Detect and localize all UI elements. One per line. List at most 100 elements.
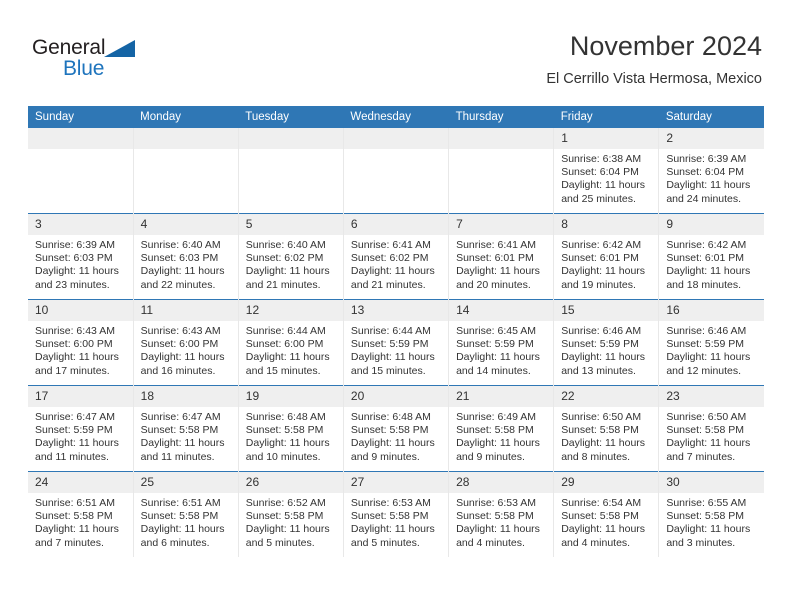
calendar-day-cell[interactable]: 2 Sunrise: 6:39 AM Sunset: 6:04 PM Daylight…	[658, 128, 764, 214]
daylight-text: Daylight: 11 hours and 4 minutes.	[561, 523, 646, 549]
calendar-day-cell[interactable]: 25 Sunrise: 6:51 AM Sunset: 5:58 PM Dayligh…	[133, 471, 239, 557]
day-number: 5	[238, 214, 343, 235]
calendar-day-cell[interactable]: 30 Sunrise: 6:55 AM Sunset: 5:58 PM Dayligh…	[658, 471, 764, 557]
calendar-day-cell[interactable]: 28 Sunrise: 6:53 AM Sunset: 5:58 PM Dayligh…	[448, 471, 555, 557]
calendar-week-row: 3 Sunrise: 6:39 AM Sunset: 6:03 PM Daylight…	[28, 213, 764, 300]
daylight-text: Daylight: 11 hours and 19 minutes.	[561, 265, 646, 291]
day-details: Sunrise: 6:52 AM Sunset: 5:58 PM Daylight:…	[239, 493, 343, 550]
sunrise-text: Sunrise: 6:48 AM	[245, 411, 326, 423]
calendar-day-cell[interactable]: 19 Sunrise: 6:48 AM Sunset: 5:58 PM Dayligh…	[238, 385, 344, 472]
calendar-day-cell[interactable]: 4 Sunrise: 6:40 AM Sunset: 6:03 PM Daylight…	[133, 213, 239, 300]
sunset-text: Sunset: 6:04 PM	[666, 166, 744, 179]
sunrise-text: Sunrise: 6:49 AM	[456, 411, 537, 423]
calendar-day-cell[interactable]: 13 Sunrise: 6:44 AM Sunset: 5:59 PM Dayligh…	[343, 299, 450, 386]
day-number: 15	[554, 300, 659, 321]
calendar-day-cell[interactable]: 16 Sunrise: 6:46 AM Sunset: 5:59 PM Dayligh…	[658, 299, 764, 386]
day-details: Sunrise: 6:43 AM Sunset: 6:00 PM Daylight:…	[28, 321, 133, 378]
day-details: Sunrise: 6:47 AM Sunset: 5:59 PM Daylight:…	[28, 407, 133, 464]
day-details: Sunrise: 6:44 AM Sunset: 6:00 PM Daylight:…	[239, 321, 343, 378]
sunrise-text: Sunrise: 6:44 AM	[245, 325, 326, 337]
day-number: 7	[449, 214, 554, 235]
calendar-cell-empty	[448, 128, 555, 214]
calendar-day-cell[interactable]: 15 Sunrise: 6:46 AM Sunset: 5:59 PM Dayligh…	[553, 299, 660, 386]
calendar-day-cell[interactable]: 22 Sunrise: 6:50 AM Sunset: 5:58 PM Dayligh…	[553, 385, 660, 472]
sunset-text: Sunset: 5:58 PM	[561, 424, 639, 437]
calendar-day-cell[interactable]: 1 Sunrise: 6:38 AM Sunset: 6:04 PM Daylight…	[553, 128, 660, 214]
day-number: 28	[449, 472, 554, 493]
calendar-day-cell[interactable]: 23 Sunrise: 6:50 AM Sunset: 5:58 PM Dayligh…	[658, 385, 764, 472]
day-details: Sunrise: 6:39 AM Sunset: 6:04 PM Daylight:…	[659, 149, 764, 206]
daylight-text: Daylight: 11 hours and 7 minutes.	[35, 523, 119, 549]
day-details: Sunrise: 6:42 AM Sunset: 6:01 PM Daylight:…	[554, 235, 658, 292]
calendar-week-row: 1 Sunrise: 6:38 AM Sunset: 6:04 PM Daylight…	[28, 128, 764, 214]
calendar-day-cell[interactable]: 27 Sunrise: 6:53 AM Sunset: 5:58 PM Dayligh…	[343, 471, 450, 557]
title-block: November 2024 El Cerrillo Vista Hermosa,…	[546, 30, 762, 88]
sunrise-text: Sunrise: 6:53 AM	[350, 497, 431, 509]
calendar-day-cell[interactable]: 9 Sunrise: 6:42 AM Sunset: 6:01 PM Daylight…	[658, 213, 764, 300]
location-subtitle: El Cerrillo Vista Hermosa, Mexico	[546, 71, 762, 87]
day-details: Sunrise: 6:53 AM Sunset: 5:58 PM Daylight:…	[344, 493, 448, 550]
day-details: Sunrise: 6:38 AM Sunset: 6:04 PM Daylight:…	[554, 149, 658, 206]
calendar-week-row: 17 Sunrise: 6:47 AM Sunset: 5:59 PM Dayligh…	[28, 385, 764, 472]
weekday-header-saturday: Saturday	[658, 106, 764, 128]
sunset-text: Sunset: 5:58 PM	[245, 510, 324, 523]
day-number: 30	[659, 472, 764, 493]
day-number: 21	[449, 386, 554, 407]
weekday-header-tuesday: Tuesday	[238, 106, 344, 128]
sunrise-text: Sunrise: 6:39 AM	[35, 239, 115, 251]
day-details: Sunrise: 6:51 AM Sunset: 5:58 PM Daylight:…	[28, 493, 133, 550]
day-number: 12	[238, 300, 343, 321]
sunset-text: Sunset: 6:03 PM	[35, 252, 113, 265]
day-number: 10	[28, 300, 133, 321]
day-details: Sunrise: 6:49 AM Sunset: 5:58 PM Daylight:…	[449, 407, 553, 464]
sunrise-text: Sunrise: 6:42 AM	[561, 239, 642, 251]
sunrise-text: Sunrise: 6:41 AM	[350, 239, 431, 251]
daylight-text: Daylight: 11 hours and 4 minutes.	[456, 523, 540, 549]
calendar-day-cell[interactable]: 12 Sunrise: 6:44 AM Sunset: 6:00 PM Dayligh…	[238, 299, 344, 386]
calendar-day-cell[interactable]: 29 Sunrise: 6:54 AM Sunset: 5:58 PM Dayligh…	[553, 471, 660, 557]
calendar-day-cell[interactable]: 3 Sunrise: 6:39 AM Sunset: 6:03 PM Daylight…	[28, 213, 134, 300]
calendar-day-cell[interactable]: 18 Sunrise: 6:47 AM Sunset: 5:58 PM Dayligh…	[133, 385, 239, 472]
day-details: Sunrise: 6:47 AM Sunset: 5:58 PM Daylight:…	[134, 407, 238, 464]
sunrise-text: Sunrise: 6:52 AM	[245, 497, 326, 509]
sunrise-text: Sunrise: 6:42 AM	[666, 239, 747, 251]
day-number	[449, 128, 554, 149]
day-number: 11	[133, 300, 238, 321]
sunrise-text: Sunrise: 6:54 AM	[561, 497, 642, 509]
sunset-text: Sunset: 5:58 PM	[350, 510, 429, 523]
sunrise-text: Sunrise: 6:55 AM	[666, 497, 747, 509]
calendar-day-cell[interactable]: 5 Sunrise: 6:40 AM Sunset: 6:02 PM Daylight…	[238, 213, 344, 300]
day-number: 2	[659, 128, 764, 149]
sunset-text: Sunset: 5:59 PM	[666, 338, 744, 351]
sunrise-text: Sunrise: 6:48 AM	[350, 411, 431, 423]
day-details: Sunrise: 6:53 AM Sunset: 5:58 PM Daylight:…	[449, 493, 553, 550]
daylight-text: Daylight: 11 hours and 25 minutes.	[561, 179, 646, 205]
calendar-day-cell[interactable]: 24 Sunrise: 6:51 AM Sunset: 5:58 PM Dayligh…	[28, 471, 134, 557]
calendar-day-cell[interactable]: 20 Sunrise: 6:48 AM Sunset: 5:58 PM Dayligh…	[343, 385, 450, 472]
day-number: 8	[554, 214, 659, 235]
day-number: 4	[133, 214, 238, 235]
calendar-day-cell[interactable]: 10 Sunrise: 6:43 AM Sunset: 6:00 PM Dayligh…	[28, 299, 134, 386]
daylight-text: Daylight: 11 hours and 8 minutes.	[561, 437, 646, 463]
weekday-header-wednesday: Wednesday	[343, 106, 449, 128]
day-number: 19	[238, 386, 343, 407]
weekday-header-thursday: Thursday	[448, 106, 554, 128]
daylight-text: Daylight: 11 hours and 13 minutes.	[561, 351, 646, 377]
daylight-text: Daylight: 11 hours and 15 minutes.	[245, 351, 330, 377]
calendar-day-cell[interactable]: 14 Sunrise: 6:45 AM Sunset: 5:59 PM Dayligh…	[448, 299, 555, 386]
sunrise-text: Sunrise: 6:51 AM	[140, 497, 221, 509]
calendar-day-cell[interactable]: 8 Sunrise: 6:42 AM Sunset: 6:01 PM Daylight…	[553, 213, 660, 300]
general-blue-logo[interactable]: General Blue	[32, 36, 152, 84]
day-details: Sunrise: 6:46 AM Sunset: 5:59 PM Daylight:…	[554, 321, 658, 378]
calendar-day-cell[interactable]: 17 Sunrise: 6:47 AM Sunset: 5:59 PM Dayligh…	[28, 385, 134, 472]
sunset-text: Sunset: 5:58 PM	[666, 424, 744, 437]
calendar-day-cell[interactable]: 7 Sunrise: 6:41 AM Sunset: 6:01 PM Daylight…	[448, 213, 555, 300]
sunset-text: Sunset: 6:00 PM	[140, 338, 219, 351]
calendar-day-cell[interactable]: 26 Sunrise: 6:52 AM Sunset: 5:58 PM Dayligh…	[238, 471, 344, 557]
daylight-text: Daylight: 11 hours and 11 minutes.	[140, 437, 225, 463]
sunrise-text: Sunrise: 6:38 AM	[561, 153, 642, 165]
calendar-day-cell[interactable]: 21 Sunrise: 6:49 AM Sunset: 5:58 PM Dayligh…	[448, 385, 555, 472]
calendar-day-cell[interactable]: 6 Sunrise: 6:41 AM Sunset: 6:02 PM Daylight…	[343, 213, 450, 300]
calendar-day-cell[interactable]: 11 Sunrise: 6:43 AM Sunset: 6:00 PM Dayligh…	[133, 299, 239, 386]
triangle-icon	[104, 40, 135, 57]
